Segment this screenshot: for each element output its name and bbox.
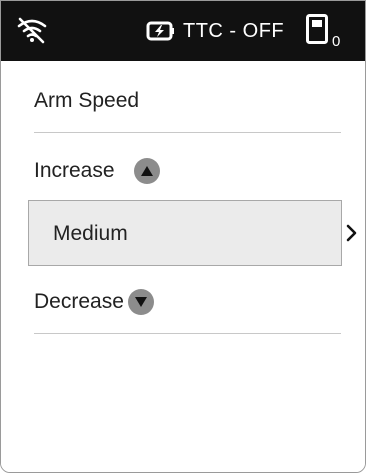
wifi-off-icon — [17, 17, 47, 44]
decrease-label: Decrease — [34, 290, 124, 313]
device-screen: TTC - OFF 0 Arm Speed Increase Medium De… — [0, 0, 366, 473]
main-content: Arm Speed Increase Medium Decrease — [1, 61, 365, 472]
page-title: Arm Speed — [34, 89, 140, 112]
status-bar: TTC - OFF 0 — [1, 1, 365, 61]
divider — [34, 333, 341, 334]
device-count: 0 — [332, 33, 341, 50]
current-speed-value: Medium — [53, 222, 128, 245]
increase-control[interactable]: Increase — [34, 156, 160, 186]
speed-value-selector[interactable]: Medium — [28, 200, 342, 266]
decrease-button[interactable] — [127, 289, 154, 315]
triangle-down-icon — [134, 297, 147, 307]
triangle-up-icon — [140, 166, 153, 176]
handheld-device-icon — [306, 14, 328, 44]
decrease-control[interactable]: Decrease — [34, 287, 154, 317]
increase-button[interactable] — [133, 158, 160, 184]
increase-label: Increase — [34, 159, 115, 182]
chevron-right-icon[interactable] — [346, 224, 358, 242]
ttc-status: TTC - OFF — [183, 20, 285, 42]
battery-charging-icon — [146, 21, 174, 41]
divider — [34, 132, 341, 133]
